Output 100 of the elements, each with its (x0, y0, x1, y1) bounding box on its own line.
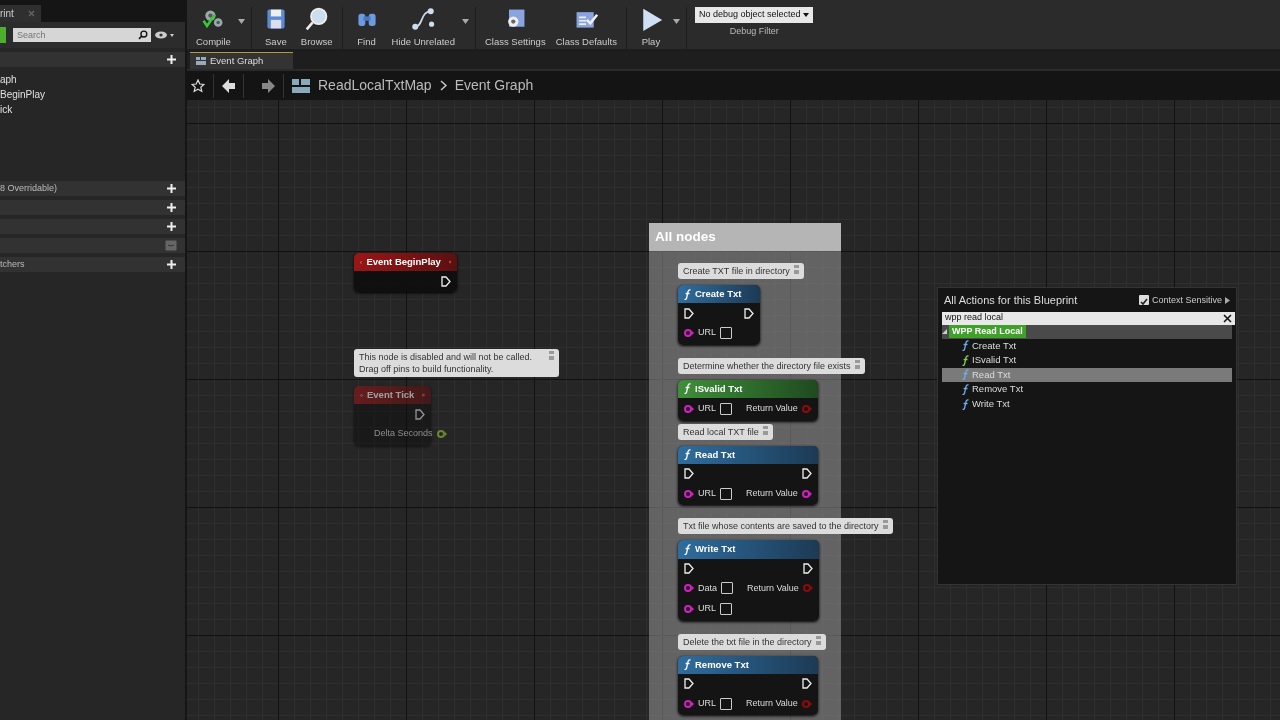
text-input-field[interactable] (720, 697, 732, 710)
expanded-arrow-icon[interactable] (942, 329, 947, 334)
search-field[interactable]: Search (13, 28, 152, 42)
data-pin-icon[interactable] (684, 584, 694, 593)
function-icon (962, 340, 969, 352)
back-arrow-icon[interactable] (222, 78, 235, 93)
node-title: Read Txt (695, 447, 736, 462)
eye-icon[interactable] (155, 31, 175, 39)
exec-pin-icon[interactable] (684, 307, 694, 319)
plus-icon[interactable] (166, 221, 177, 232)
caret-icon[interactable] (461, 19, 469, 24)
data-pin-icon[interactable] (684, 604, 694, 613)
data-pin-icon[interactable] (684, 404, 694, 413)
data-pin-icon[interactable] (684, 699, 694, 708)
defaults-button[interactable]: Class Defaults (555, 34, 617, 49)
pin-toggle-icon[interactable] (882, 520, 888, 530)
action-item[interactable]: Write Txt (942, 396, 1232, 412)
data-pin-icon[interactable] (684, 329, 694, 337)
exec-pin-icon[interactable] (801, 468, 812, 480)
plus-icon[interactable] (166, 259, 177, 270)
function-node[interactable]: Read Txt URL Return Value (678, 445, 818, 506)
exec-pin-icon[interactable] (684, 468, 694, 480)
tree-item[interactable]: ick (0, 102, 185, 117)
action-item[interactable]: Create Txt (942, 338, 1232, 354)
graph-icon (292, 78, 310, 93)
pin-label: URL (698, 402, 716, 415)
settings-button[interactable]: Class Settings (484, 34, 546, 49)
exec-pin-icon[interactable] (684, 678, 694, 690)
graph-icon (196, 57, 206, 65)
editor-tab[interactable]: rint (0, 5, 41, 22)
breadcrumb-link[interactable]: ReadLocalTxtMap (318, 75, 432, 96)
compile-button[interactable]: Compile (196, 34, 231, 49)
node-title: Remove Txt (695, 657, 749, 672)
section-title[interactable]: tchers (0, 257, 25, 272)
function-icon (684, 659, 691, 671)
search-field[interactable]: wpp read local (942, 311, 1235, 325)
plus-icon[interactable] (166, 183, 177, 194)
pin-label: URL (698, 696, 716, 710)
breadcrumb-link[interactable]: Event Graph (454, 75, 534, 96)
node-title: Event Tick (367, 388, 415, 402)
checkbox[interactable] (1138, 295, 1149, 306)
node-title: Create Txt (695, 287, 742, 301)
function-node[interactable]: Write Txt Data Return Value URL (678, 540, 819, 621)
function-node[interactable]: Remove Txt URL Return Value (678, 655, 818, 716)
exec-pin-icon[interactable] (802, 563, 813, 574)
pin-toggle-icon[interactable] (793, 265, 799, 274)
caret-icon[interactable] (1225, 296, 1230, 304)
caret-icon[interactable] (237, 19, 245, 24)
node-title: ISvalid Txt (695, 381, 743, 396)
comment-title: All nodes (649, 223, 841, 252)
comment-bubble: Read local TXT file (678, 423, 773, 440)
function-icon (684, 449, 691, 461)
checkbox-label: Context Sensitive (1151, 293, 1222, 307)
function-icon (962, 398, 969, 410)
pin-toggle-icon[interactable] (815, 635, 821, 645)
hide-button[interactable]: Hide Unrelated (391, 34, 455, 49)
browse-button[interactable]: Browse (300, 34, 333, 49)
action-item[interactable]: ISvalid Txt (942, 353, 1232, 368)
pin-label: Return Value (746, 486, 798, 500)
pin-label: URL (698, 326, 716, 340)
star-icon[interactable] (191, 78, 205, 93)
tree-item[interactable]: aph (0, 72, 185, 87)
find-button[interactable]: Find (357, 34, 376, 49)
tree-item[interactable]: BeginPlay (0, 87, 185, 102)
pin-label: URL (698, 486, 716, 500)
function-node[interactable]: Create Txt URL (678, 285, 760, 345)
text-input-field[interactable] (720, 402, 732, 415)
graph-tab[interactable]: Event Graph (190, 52, 294, 69)
function-icon (684, 543, 691, 555)
save-button[interactable]: Save (265, 34, 287, 49)
node-title: Event BeginPlay (366, 255, 441, 269)
caret-icon[interactable] (672, 19, 680, 24)
data-pin-icon[interactable] (684, 489, 694, 498)
pin-toggle-icon[interactable] (762, 425, 768, 435)
pure-function-node[interactable]: ISvalid Txt URL Return Value (678, 379, 818, 421)
text-input-field[interactable] (721, 582, 733, 595)
exec-pin-icon[interactable] (441, 275, 451, 287)
pin-label: Return Value (746, 696, 798, 710)
plus-icon[interactable] (166, 54, 177, 65)
chevron-icon (439, 80, 447, 91)
event-node[interactable]: Event BeginPlay (354, 253, 457, 293)
plus-icon[interactable] (166, 202, 177, 213)
text-input-field[interactable] (720, 487, 732, 500)
pin-label: URL (698, 602, 716, 615)
function-icon (962, 354, 969, 366)
pin-toggle-icon[interactable] (854, 359, 860, 369)
function-icon (684, 288, 691, 300)
pin-toggle-icon[interactable] (549, 351, 554, 360)
exec-pin-icon[interactable] (744, 307, 754, 319)
exec-pin-icon[interactable] (801, 678, 812, 690)
exec-pin-icon[interactable] (684, 563, 694, 574)
debug-filter-dropdown[interactable]: No debug object selected (694, 7, 814, 23)
pin-label: Return Value (747, 581, 799, 595)
data-pin-icon[interactable] (801, 489, 812, 498)
text-input-field[interactable] (720, 327, 732, 339)
forward-arrow-icon[interactable] (262, 78, 275, 93)
text-input-field[interactable] (720, 602, 732, 615)
function-icon (684, 383, 691, 395)
play-button[interactable]: Play (641, 34, 661, 49)
action-item[interactable]: Remove Txt (942, 382, 1232, 397)
